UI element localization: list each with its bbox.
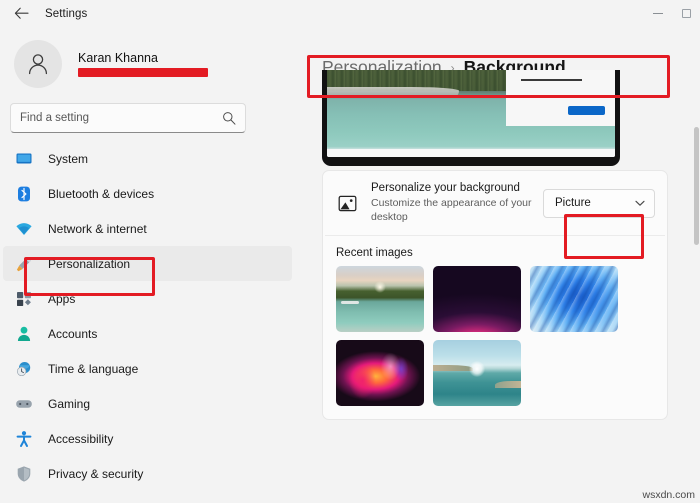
- recent-image-lake-shore[interactable]: [336, 266, 424, 332]
- recent-images-section: Recent images: [323, 236, 667, 419]
- personalize-background-text: Personalize your background Customize th…: [371, 182, 543, 224]
- personalize-background-subtitle: Customize the appearance of your desktop: [371, 196, 543, 224]
- sidebar-item-apps[interactable]: Apps: [3, 281, 292, 316]
- background-settings-card: Personalize your background Customize th…: [322, 170, 668, 420]
- chevron-down-icon: [634, 197, 646, 209]
- back-arrow-icon: [14, 7, 29, 20]
- preview-area: [308, 85, 700, 170]
- sidebar-item-label: Privacy & security: [48, 467, 143, 481]
- thumb-sun: [469, 361, 485, 377]
- sidebar-item-time-language[interactable]: Time & language: [3, 351, 292, 386]
- thumb-boat: [341, 301, 359, 304]
- sidebar-item-gaming[interactable]: Gaming: [3, 386, 292, 421]
- redacted-email: [78, 68, 208, 77]
- sidebar-item-network-internet[interactable]: Network & internet: [3, 211, 292, 246]
- picture-frame-icon: [336, 192, 358, 214]
- search-box[interactable]: [10, 103, 246, 133]
- settings-window: Settings Karan Khanna: [0, 0, 700, 503]
- scrollbar-thumb[interactable]: [694, 127, 699, 245]
- recent-image-windows11-bloom[interactable]: [530, 266, 618, 332]
- sidebar-item-label: Network & internet: [48, 222, 147, 236]
- sidebar-item-bluetooth-devices[interactable]: Bluetooth & devices: [3, 176, 292, 211]
- clock-globe-icon: [13, 358, 35, 380]
- paintbrush-icon: [13, 253, 35, 275]
- thumb-shore-left: [433, 365, 473, 371]
- sidebar-item-label: Gaming: [48, 397, 90, 411]
- title-bar: Settings: [0, 0, 700, 27]
- wifi-icon: [13, 218, 35, 240]
- thumb-shore-right: [495, 381, 521, 388]
- sidebar-item-accessibility[interactable]: Accessibility: [3, 421, 292, 456]
- sidebar-nav: System Bluetooth & devices: [0, 141, 300, 491]
- main-content: Personalization › Background: [300, 27, 700, 503]
- personalize-background-row: Personalize your background Customize th…: [323, 171, 667, 235]
- window-controls: [644, 0, 700, 27]
- sidebar-item-accounts[interactable]: Accounts: [3, 316, 292, 351]
- bluetooth-icon: [13, 183, 35, 205]
- window-title: Settings: [45, 8, 87, 20]
- apps-grid-icon: [13, 288, 35, 310]
- desktop-preview-monitor: [322, 70, 620, 166]
- background-type-dropdown[interactable]: Picture: [543, 189, 655, 218]
- preview-dialog-title-line: [521, 79, 582, 81]
- profile-text: Karan Khanna: [78, 51, 208, 77]
- recent-images-grid: [336, 266, 654, 406]
- minimize-icon: [653, 13, 663, 14]
- recent-image-sunset-sea[interactable]: [433, 340, 521, 406]
- watermark: wsxdn.com: [642, 489, 695, 501]
- maximize-button[interactable]: [672, 0, 700, 27]
- personalize-background-title: Personalize your background: [371, 182, 543, 194]
- person-avatar-icon: [25, 51, 51, 77]
- search-icon: [222, 111, 236, 125]
- user-name: Karan Khanna: [78, 51, 208, 65]
- accessibility-person-icon: [13, 428, 35, 450]
- gamepad-icon: [13, 393, 35, 415]
- sidebar-item-privacy-security[interactable]: Privacy & security: [3, 456, 292, 491]
- person-icon: [13, 323, 35, 345]
- avatar: [14, 40, 62, 88]
- sidebar-item-label: Accounts: [48, 327, 97, 341]
- monitor-icon: [13, 148, 35, 170]
- preview-rocks: [327, 87, 459, 97]
- thumb-sun: [374, 281, 386, 293]
- recent-image-abstract-flower[interactable]: [336, 340, 424, 406]
- sidebar-item-label: Apps: [48, 292, 75, 306]
- main-scrollbar[interactable]: [694, 123, 699, 503]
- preview-dialog-window: [506, 70, 615, 126]
- sidebar-item-label: System: [48, 152, 88, 166]
- back-button[interactable]: [6, 3, 36, 25]
- minimize-button[interactable]: [644, 0, 672, 27]
- maximize-icon: [682, 9, 691, 18]
- sidebar-item-label: Time & language: [48, 362, 138, 376]
- recent-images-title: Recent images: [336, 247, 654, 259]
- window-body: Karan Khanna: [0, 27, 700, 503]
- user-profile[interactable]: Karan Khanna: [0, 31, 300, 97]
- sidebar-item-personalization[interactable]: Personalization: [3, 246, 292, 281]
- recent-image-purple-glow[interactable]: [433, 266, 521, 332]
- shield-icon: [13, 463, 35, 485]
- sidebar-item-system[interactable]: System: [3, 141, 292, 176]
- search-input[interactable]: [20, 112, 222, 124]
- sidebar: Karan Khanna: [0, 27, 300, 503]
- preview-screen: [327, 70, 615, 157]
- sidebar-item-label: Personalization: [48, 257, 130, 271]
- sidebar-item-label: Accessibility: [48, 432, 113, 446]
- background-type-value: Picture: [555, 197, 591, 209]
- preview-taskbar: [327, 149, 615, 157]
- sidebar-item-label: Bluetooth & devices: [48, 187, 154, 201]
- preview-dialog-button: [568, 106, 605, 115]
